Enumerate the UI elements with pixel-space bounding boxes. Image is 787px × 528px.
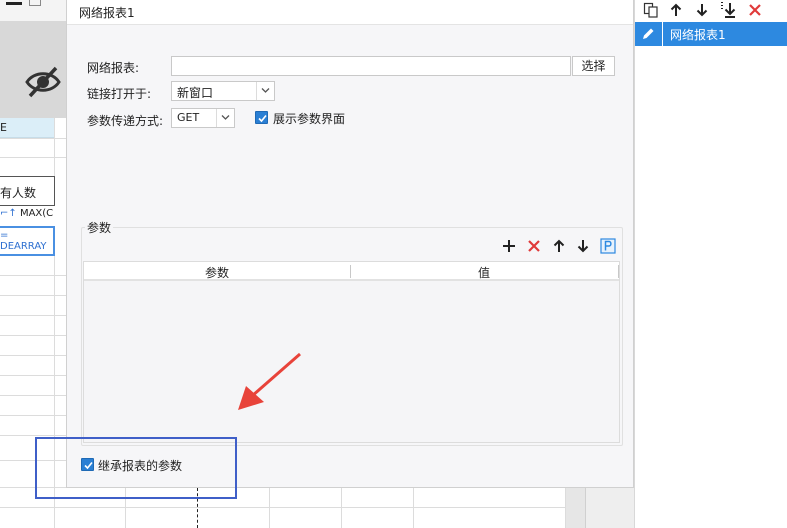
move-up-icon[interactable] — [669, 2, 683, 18]
grid-line — [0, 295, 66, 296]
grid-line — [0, 138, 66, 139]
list-item-label: 网络报表1 — [670, 28, 726, 42]
grid-line — [0, 415, 66, 416]
select-button[interactable]: 选择 — [572, 56, 615, 76]
column-header-value[interactable]: 值 — [351, 264, 617, 281]
grid-line — [0, 335, 66, 336]
grid-line — [0, 395, 66, 396]
copy-icon[interactable] — [643, 2, 659, 18]
list-item-network-report[interactable]: 网络报表1 — [635, 22, 787, 46]
parameter-icon[interactable] — [600, 238, 616, 254]
add-icon[interactable] — [501, 238, 517, 254]
sheet-toolbar-strip — [0, 0, 66, 22]
show-params-label[interactable]: 展示参数界面 — [273, 110, 345, 127]
grid-line — [0, 355, 66, 356]
network-report-dialog: 网络报表1 网络报表: 选择 链接打开于: 新窗口 参数传递方式: GET 展示… — [66, 0, 634, 488]
report-label: 网络报表: — [87, 61, 140, 75]
list-toolbar — [635, 0, 787, 22]
method-value: GET — [177, 111, 200, 124]
method-label: 参数传递方式: — [87, 114, 164, 128]
grid-line — [0, 375, 66, 376]
sheet-cell-formula[interactable]: ⌐↑ MAX(C — [0, 206, 55, 226]
move-to-bottom-icon[interactable] — [719, 1, 737, 19]
dropdown-box-icon — [29, 0, 41, 6]
column-header-param[interactable]: 参数 — [84, 264, 350, 281]
grid-line — [0, 157, 66, 158]
show-params-checkbox[interactable] — [255, 111, 268, 124]
formula-array-text: DEARRAY — [0, 241, 47, 252]
move-up-icon[interactable] — [551, 238, 567, 254]
column-separator — [618, 265, 619, 278]
grid-line — [0, 275, 66, 276]
hyperlink-list-panel: 网络报表1 — [634, 0, 787, 528]
column-header-cell[interactable]: E — [0, 118, 54, 138]
open-in-select[interactable]: 新窗口 — [171, 81, 275, 101]
delete-icon[interactable] — [526, 238, 542, 254]
sheet-gray-band — [0, 22, 66, 118]
pencil-icon — [635, 22, 663, 46]
dialog-title: 网络报表1 — [79, 6, 135, 20]
open-in-label: 链接打开于: — [87, 87, 152, 101]
chevron-down-icon[interactable] — [256, 82, 274, 100]
open-in-value: 新窗口 — [177, 86, 214, 100]
sheet-cell-selected[interactable]: = DEARRAY — [0, 226, 55, 256]
sheet-cell-formula-text: MAX(C — [19, 208, 54, 219]
hidden-eye-icon — [25, 66, 61, 98]
annotation-highlight-box — [35, 437, 237, 499]
params-table[interactable]: 参数 值 — [83, 261, 620, 443]
method-select[interactable]: GET — [171, 108, 235, 128]
chevron-down-icon[interactable] — [216, 109, 234, 127]
sheet-cell-label[interactable]: 有人数 — [0, 176, 55, 206]
formula-sort-icon: ⌐↑ — [0, 208, 17, 219]
annotation-arrow-icon — [238, 352, 301, 410]
report-input[interactable] — [171, 56, 571, 76]
move-down-icon[interactable] — [575, 238, 591, 254]
params-table-header: 参数 值 — [84, 262, 619, 281]
grid-line — [0, 507, 634, 508]
params-group-title: 参数 — [85, 219, 114, 236]
grid-line — [0, 315, 66, 316]
grid-line — [0, 435, 66, 436]
underline-icon — [6, 2, 22, 5]
formula-eq-text: = — [0, 230, 9, 241]
delete-icon[interactable] — [747, 2, 763, 18]
move-down-icon[interactable] — [695, 2, 709, 18]
dialog-title-bar: 网络报表1 — [67, 0, 633, 25]
